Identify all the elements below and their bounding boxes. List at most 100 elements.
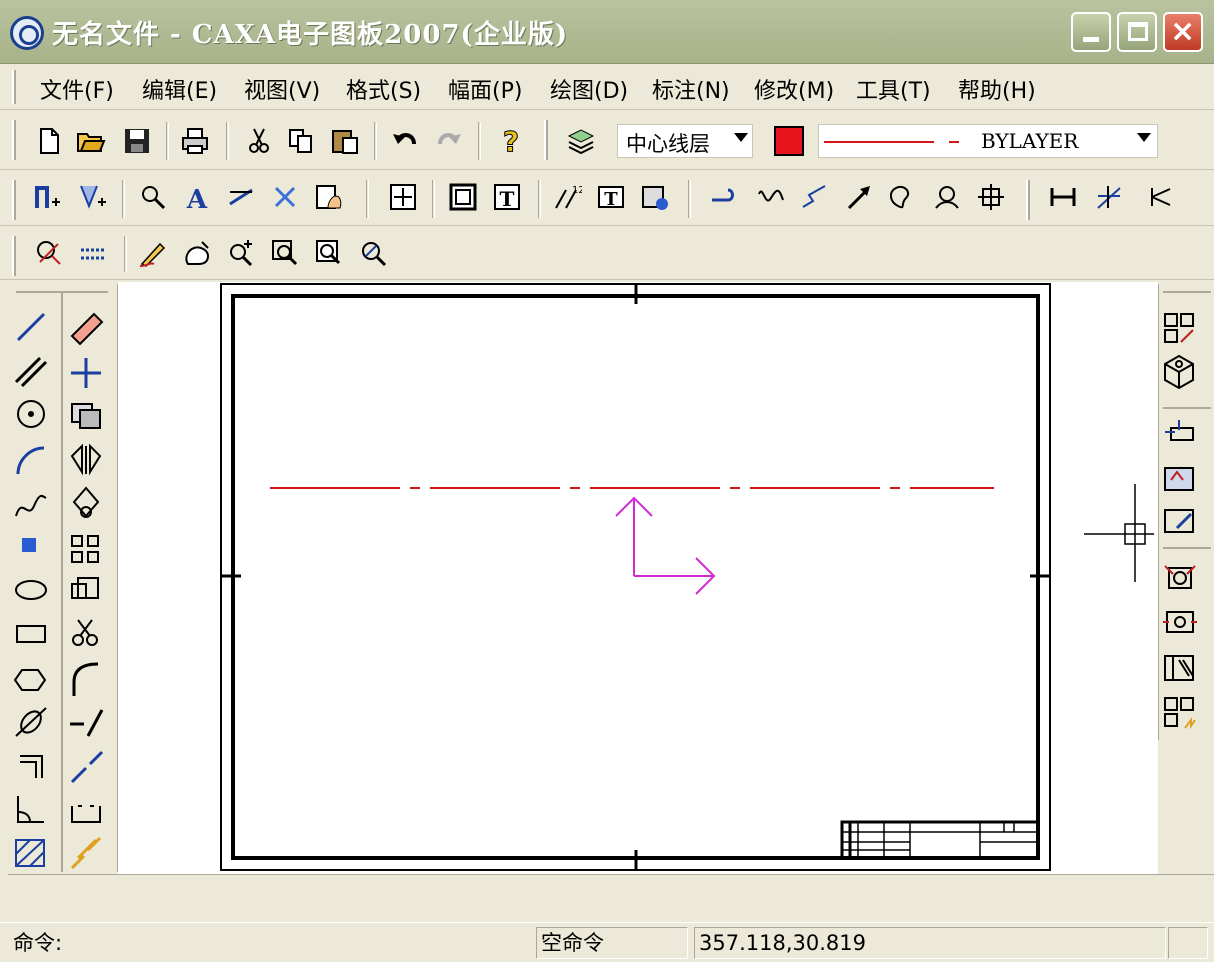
section-view-icon[interactable] — [1165, 420, 1194, 441]
layer-icon[interactable] — [566, 126, 596, 156]
centerline-tool-icon[interactable] — [15, 707, 47, 737]
menu-help[interactable]: 帮助(H) — [958, 73, 1036, 105]
attribute-query-icon[interactable] — [138, 182, 168, 212]
dimension-style-icon[interactable] — [226, 182, 256, 212]
pencil-redraw-icon[interactable] — [138, 238, 168, 268]
layer-select[interactable]: 中心线层 — [617, 124, 753, 158]
explode-tool-icon[interactable] — [70, 836, 102, 870]
linetype-select[interactable]: BYLAYER — [818, 124, 1158, 158]
scale-tool-icon[interactable] — [71, 577, 99, 599]
drawing-canvas[interactable] — [118, 282, 1158, 874]
ellipse-tool-icon[interactable] — [15, 580, 47, 600]
angle-dimension-icon[interactable] — [1148, 182, 1178, 212]
print-icon[interactable] — [180, 126, 210, 156]
close-button[interactable]: × — [1163, 12, 1203, 52]
undo-icon[interactable] — [390, 126, 420, 156]
chevron-down-icon[interactable] — [1137, 133, 1151, 142]
parts-library-icon[interactable] — [640, 182, 670, 212]
text-style-icon[interactable]: A — [182, 182, 212, 212]
sample-line-icon[interactable] — [888, 182, 918, 212]
menu-file[interactable]: 文件(F) — [40, 73, 114, 105]
toolbar-grip[interactable] — [12, 120, 16, 160]
command-line-area[interactable] — [8, 874, 1214, 920]
menu-draw[interactable]: 绘图(D) — [550, 73, 628, 105]
point-style-icon[interactable] — [270, 182, 300, 212]
trim-tool-icon[interactable] — [72, 619, 98, 646]
snap-icon[interactable] — [78, 182, 108, 212]
new-file-icon[interactable] — [34, 126, 64, 156]
menu-edit[interactable]: 编辑(E) — [142, 73, 217, 105]
arc-tool-icon[interactable] — [16, 446, 45, 475]
circle-tool-icon[interactable] — [17, 400, 45, 428]
linear-dimension-icon[interactable] — [1048, 182, 1078, 212]
line-tool-icon[interactable] — [16, 312, 46, 342]
3d-view-icon[interactable] — [1164, 354, 1194, 390]
break-line-icon[interactable] — [800, 182, 830, 212]
parallel-line-tool-icon[interactable] — [14, 356, 48, 388]
copy-selection-tool-icon[interactable] — [71, 403, 101, 429]
title-block-icon[interactable]: T — [492, 182, 522, 212]
command-prompt[interactable]: 命令: — [8, 927, 536, 959]
toolbar-grip[interactable] — [1026, 180, 1030, 220]
extend-tool-icon[interactable] — [70, 709, 104, 737]
zoom-in-icon[interactable] — [226, 238, 256, 268]
maximize-button[interactable] — [1117, 12, 1157, 52]
detail-view-icon[interactable] — [1164, 509, 1194, 533]
hand-edit-icon[interactable] — [314, 182, 344, 212]
title-bar[interactable]: 无名文件 - CAXA电子图板2007(企业版) × — [0, 0, 1214, 64]
polygon-tool-icon[interactable] — [13, 669, 47, 691]
sheet-frame-icon[interactable] — [448, 182, 478, 212]
hatch-tool-icon[interactable] — [15, 839, 45, 867]
pan-hand-icon[interactable] — [182, 238, 212, 268]
open-folder-icon[interactable] — [76, 126, 106, 156]
menu-grip[interactable] — [12, 70, 16, 104]
equidistant-line-tool-icon[interactable] — [20, 755, 43, 778]
parts-list-icon[interactable]: T — [596, 182, 626, 212]
sequence-number-icon[interactable]: 12 — [552, 182, 582, 212]
array-tool-icon[interactable] — [71, 535, 99, 563]
rectangle-tool-icon[interactable] — [16, 625, 46, 643]
zoom-all-icon[interactable] — [388, 182, 418, 212]
color-select[interactable] — [774, 126, 804, 156]
spline-tool-icon[interactable] — [15, 494, 47, 517]
delete-tool-icon[interactable] — [70, 312, 104, 346]
continuous-draw-icon[interactable] — [32, 182, 62, 212]
view-projection-icon[interactable] — [1164, 313, 1194, 343]
save-icon[interactable] — [122, 126, 152, 156]
move-tool-icon[interactable] — [71, 358, 101, 388]
toolbar-grip[interactable] — [544, 120, 548, 160]
resize-grip[interactable] — [1168, 927, 1208, 959]
minimize-button[interactable] — [1071, 12, 1111, 52]
fillet-tool-icon[interactable] — [72, 662, 99, 696]
hole-axis-icon[interactable] — [932, 182, 962, 212]
menu-view[interactable]: 视图(V) — [244, 73, 320, 105]
menu-format[interactable]: 格式(S) — [346, 73, 421, 105]
rotate-tool-icon[interactable] — [72, 486, 100, 518]
toolbar-grip[interactable] — [12, 236, 16, 276]
redraw-icon[interactable] — [34, 238, 64, 268]
toolbar-grip[interactable] — [12, 180, 16, 220]
break-tool-icon[interactable] — [70, 750, 104, 784]
status-ruler-icon[interactable] — [78, 238, 108, 268]
point-tool-icon[interactable] — [22, 538, 36, 552]
menu-modify[interactable]: 修改(M) — [754, 73, 834, 105]
wave-line-icon[interactable] — [756, 182, 786, 212]
zoom-realtime-icon[interactable] — [358, 238, 388, 268]
curve-fit-icon[interactable] — [708, 182, 738, 212]
help-icon[interactable]: ? — [496, 126, 526, 156]
redo-icon[interactable] — [434, 126, 464, 156]
auxiliary-view-icon[interactable] — [1164, 697, 1196, 730]
center-line-icon[interactable] — [976, 182, 1006, 212]
zoom-window-icon[interactable] — [270, 238, 300, 268]
zoom-previous-icon[interactable] — [314, 238, 344, 268]
copy-icon[interactable] — [286, 126, 316, 156]
mirror-tool-icon[interactable] — [70, 443, 102, 476]
menu-dimension[interactable]: 标注(N) — [652, 73, 730, 105]
broken-view-icon[interactable] — [1163, 611, 1197, 633]
arrow-icon[interactable] — [844, 182, 874, 212]
chevron-down-icon[interactable] — [734, 133, 748, 142]
partial-view-icon[interactable] — [1164, 467, 1194, 491]
coordinate-dimension-icon[interactable] — [1094, 182, 1124, 212]
trim-corner-tool-icon[interactable] — [17, 796, 44, 823]
crop-view-icon[interactable] — [1164, 655, 1194, 681]
